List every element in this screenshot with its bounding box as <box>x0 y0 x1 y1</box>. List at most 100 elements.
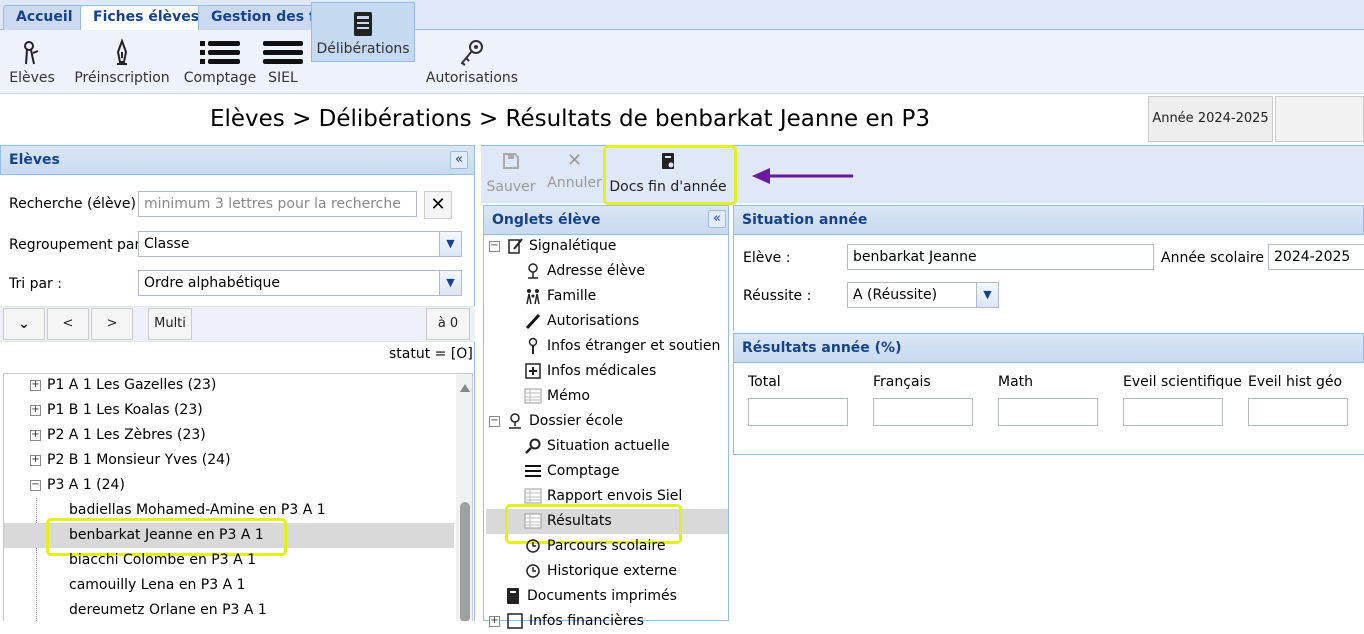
tree-node-autorisations[interactable]: Autorisations <box>524 309 639 334</box>
annee-scolaire-field[interactable]: 2024-2025 <box>1268 244 1364 270</box>
eleve-field[interactable]: benbarkat Jeanne <box>847 244 1154 270</box>
tree-class-row[interactable]: + P2 A 1 Les Zèbres (23) <box>30 423 206 448</box>
toolbar-preinscription-button[interactable]: Préinscription <box>70 30 174 94</box>
expand-icon[interactable]: + <box>489 615 500 627</box>
sort-select[interactable]: Ordre alphabétique ▼ <box>138 270 462 296</box>
tree-node-infos-financieres[interactable]: + Infos financières <box>489 609 644 634</box>
tree-class-row[interactable]: + P1 B 1 Les Koalas (23) <box>30 398 203 423</box>
tree-node-label: Rapport envois Siel <box>547 488 683 504</box>
pen-icon <box>525 313 541 330</box>
tree-class-row[interactable]: + P2 B 1 Monsieur Yves (24) <box>30 448 231 473</box>
expand-icon[interactable]: + <box>30 379 41 391</box>
sort-select-value: Ordre alphabétique <box>144 275 280 291</box>
students-panel-title: Elèves <box>9 152 60 168</box>
math-input[interactable] <box>998 398 1098 426</box>
tree-node-adresse[interactable]: Adresse élève <box>524 259 645 284</box>
expand-icon[interactable]: + <box>30 454 41 466</box>
tree-row-label: P1 B 1 Les Koalas (23) <box>47 402 203 418</box>
eveil-hist-geo-input[interactable] <box>1248 398 1348 426</box>
tree-node-memo[interactable]: Mémo <box>524 384 590 409</box>
chevron-down-icon[interactable]: ▼ <box>976 283 998 307</box>
expand-icon[interactable]: + <box>30 429 41 441</box>
cancel-label: Annuler <box>547 175 602 191</box>
resultats-title: Résultats année (%) <box>742 340 902 356</box>
arrow-annotation <box>752 168 853 184</box>
tree-scrollbar[interactable] <box>456 374 472 621</box>
collapse-icon[interactable]: − <box>30 479 41 491</box>
tab-accueil[interactable]: Accueil <box>3 5 86 30</box>
toolbar-label: SIEL <box>268 70 298 86</box>
close-icon: ✕ <box>566 150 583 171</box>
multi-button[interactable]: Multi <box>148 308 192 340</box>
tree-node-parcours[interactable]: Parcours scolaire <box>524 534 665 559</box>
collapse-icon[interactable]: − <box>489 415 500 427</box>
eveil-scientifique-input[interactable] <box>1123 398 1223 426</box>
pin-icon <box>528 337 538 354</box>
save-button[interactable]: Sauver <box>486 151 536 195</box>
save-icon <box>503 153 519 169</box>
clear-search-button[interactable]: ✕ <box>424 191 452 219</box>
toolbar-deliberations-button[interactable]: Délibérations <box>311 2 415 62</box>
expand-icon[interactable]: + <box>30 404 41 416</box>
toolbar-label: Comptage <box>183 70 257 86</box>
tree-node-label: Dossier école <box>529 413 624 429</box>
collapse-icon[interactable]: « <box>450 151 468 169</box>
group-select-value: Classe <box>144 236 190 252</box>
tree-node-documents[interactable]: Documents imprimés <box>504 584 677 609</box>
tree-row-label: P3 A 1 (24) <box>47 477 125 493</box>
reset-zero-button[interactable]: à 0 <box>426 308 470 340</box>
scroll-thumb[interactable] <box>460 502 470 621</box>
reussite-select-value: A (Réussite) <box>853 287 938 303</box>
reussite-select[interactable]: A (Réussite) ▼ <box>847 282 999 308</box>
cancel-button[interactable]: ✕ Annuler <box>547 150 602 192</box>
prev-button[interactable]: < <box>47 308 89 340</box>
collapse-icon[interactable]: « <box>708 210 726 228</box>
tree-node-situation-actuelle[interactable]: Situation actuelle <box>524 434 670 459</box>
toolbar-eleves-button[interactable]: Elèves <box>0 30 64 94</box>
col-label-francais: Français <box>873 374 931 390</box>
highlight-frame <box>603 145 737 205</box>
tree-student-row[interactable]: biacchi Colombe en P3 A 1 <box>69 548 256 573</box>
tree-node-comptage[interactable]: Comptage <box>524 459 619 484</box>
tree-node-infos-etranger[interactable]: Infos étranger et soutien <box>524 334 720 359</box>
group-select[interactable]: Classe ▼ <box>138 231 462 257</box>
tree-node-label: Autorisations <box>547 313 640 329</box>
list-icon <box>525 465 541 477</box>
col-label-eveil-hist-geo: Eveil hist géo <box>1248 374 1343 390</box>
tree-node-historique[interactable]: Historique externe <box>524 559 677 584</box>
tree-student-row[interactable]: dereumetz Orlane en P3 A 1 <box>69 598 267 623</box>
tree-node-signaletique[interactable]: − Signalétique <box>489 234 616 259</box>
chevron-down-icon[interactable]: ▼ <box>439 271 461 295</box>
tree-node-famille[interactable]: Famille <box>524 284 596 309</box>
toolbar-siel-button[interactable]: SIEL <box>260 30 306 94</box>
tree-node-label: Famille <box>547 288 597 304</box>
close-icon: ✕ <box>430 194 446 215</box>
tree-line <box>36 498 37 621</box>
total-input[interactable] <box>748 398 848 426</box>
school-year-button[interactable]: Année 2024-2025 <box>1148 96 1273 142</box>
tree-class-row[interactable]: + P1 A 1 Les Gazelles (23) <box>30 373 216 398</box>
search-input[interactable]: minimum 3 lettres pour la recherche <box>138 191 417 217</box>
chevron-down-icon[interactable]: ▼ <box>439 232 461 256</box>
francais-input[interactable] <box>873 398 973 426</box>
tab-fiches-eleves[interactable]: Fiches élèves <box>80 5 213 31</box>
toolbar-comptage-button[interactable]: Comptage <box>182 30 258 94</box>
collapse-icon[interactable]: − <box>489 240 500 252</box>
tree-row-label: P2 B 1 Monsieur Yves (24) <box>47 452 231 468</box>
family-icon <box>526 289 540 305</box>
tree-node-label: Mémo <box>547 388 590 404</box>
toolbar-autorisations-button[interactable]: Autorisations <box>425 30 519 94</box>
school-year-extra-button[interactable] <box>1275 96 1364 142</box>
search-label: Recherche (élève) : <box>9 196 146 212</box>
tree-node-dossier-ecole[interactable]: − Dossier école <box>489 409 623 434</box>
tree-node-infos-medicales[interactable]: Infos médicales <box>524 359 656 384</box>
scroll-up-icon[interactable] <box>460 384 470 392</box>
expand-button[interactable]: ⌄ <box>3 308 45 340</box>
tree-student-row[interactable]: camouilly Lena en P3 A 1 <box>69 573 246 598</box>
students-panel-header: Elèves <box>0 145 475 175</box>
reussite-label: Réussite : <box>743 288 812 304</box>
tree-class-row[interactable]: − P3 A 1 (24) <box>30 473 125 498</box>
history-icon <box>526 539 540 553</box>
tree-node-label: Adresse élève <box>547 263 645 279</box>
next-button[interactable]: > <box>91 308 133 340</box>
